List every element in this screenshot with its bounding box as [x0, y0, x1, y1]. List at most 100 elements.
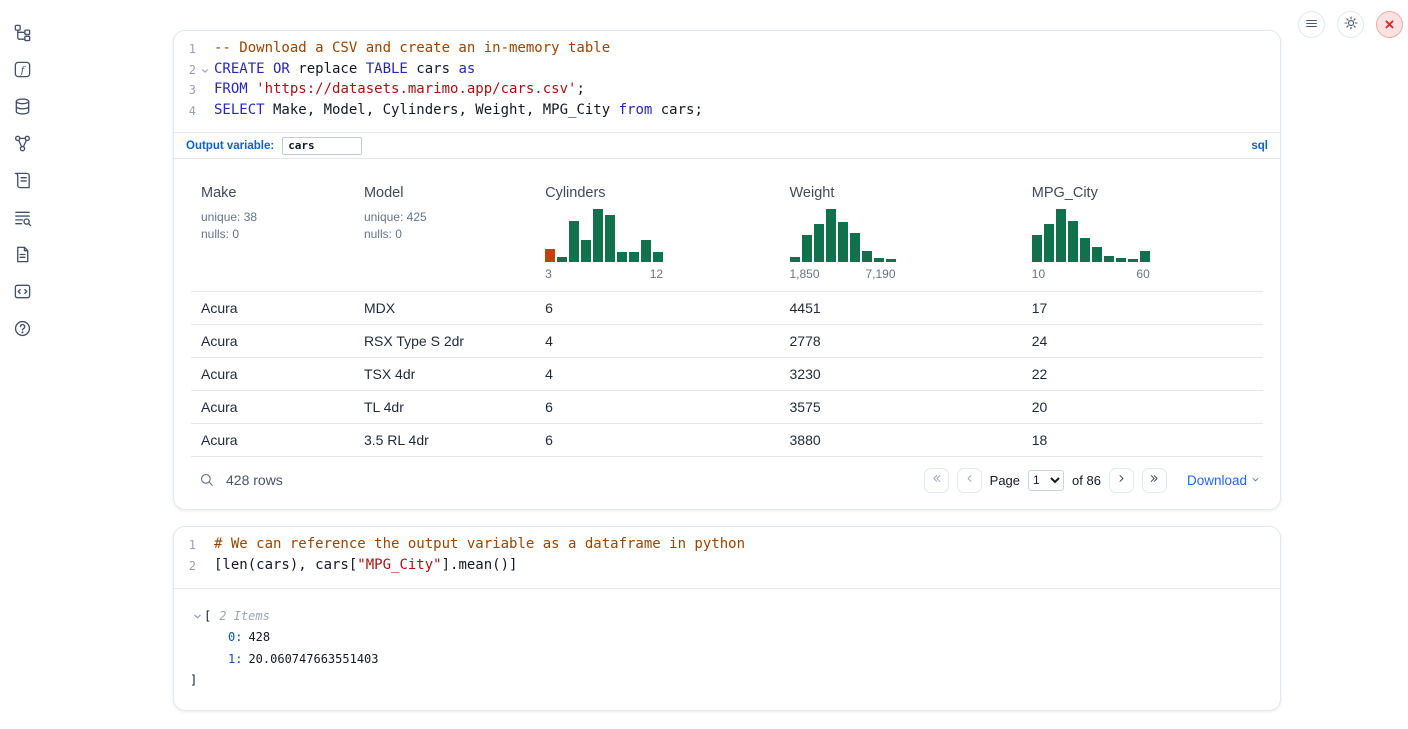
code-token: TABLE	[366, 61, 408, 77]
code-token: Make, Model, Cylinders, Weight, MPG_City	[265, 102, 619, 118]
tree-root-line: [ 2 Items	[190, 606, 1264, 628]
tree-entry: 1: 20.060747663551403	[190, 649, 1264, 671]
page-select[interactable]: 1	[1028, 470, 1064, 491]
table-row[interactable]: Acura MDX 6 4451 17	[191, 292, 1263, 325]
table-row[interactable]: Acura 3.5 RL 4dr 6 3880 18	[191, 424, 1263, 457]
column-name[interactable]: MPG_City	[1032, 185, 1263, 201]
sidebar-item-datasources[interactable]	[11, 95, 33, 117]
sidebar-item-scratchpad[interactable]	[11, 169, 33, 191]
table-row[interactable]: Acura TSX 4dr 4 3230 22	[191, 358, 1263, 391]
python-code-editor[interactable]: 1 # We can reference the output variable…	[174, 527, 1280, 587]
sidebar-item-outline[interactable]	[11, 206, 33, 228]
chevrons-left-icon	[930, 472, 943, 488]
chevron-left-icon	[963, 472, 976, 488]
code-token: "MPG_City"	[357, 557, 441, 573]
menu-button[interactable]	[1298, 11, 1325, 38]
tree-entry-value: 20.060747663551403	[248, 649, 378, 671]
document-icon	[13, 245, 32, 264]
code-line: 4 SELECT Make, Model, Cylinders, Weight,…	[174, 101, 1280, 122]
chevron-down-icon	[1250, 473, 1261, 488]
mpg-city-histogram[interactable]	[1032, 209, 1150, 262]
function-icon: f	[13, 60, 32, 79]
tree-close-line: ]	[190, 670, 1264, 692]
close-bracket: ]	[190, 670, 197, 692]
file-tree-icon	[13, 23, 32, 42]
first-page-button[interactable]	[924, 468, 949, 493]
output-variable-label: Output variable:	[186, 140, 274, 152]
sidebar-item-help[interactable]	[11, 317, 33, 339]
next-page-button[interactable]	[1109, 468, 1134, 493]
column-stat: unique: 38	[201, 209, 354, 226]
line-number: 4	[174, 101, 196, 122]
column-name[interactable]: Model	[364, 185, 535, 201]
notebook: 1 -- Download a CSV and create an in-mem…	[173, 30, 1281, 711]
language-badge: sql	[1251, 140, 1268, 152]
gear-icon	[1343, 15, 1359, 34]
weight-histogram[interactable]	[790, 209, 896, 262]
column-header-mpg-city: MPG_City 10 60	[1022, 185, 1263, 281]
code-line: 3 FROM 'https://datasets.marimo.app/cars…	[174, 80, 1280, 101]
search-icon[interactable]	[199, 472, 215, 488]
output-variable-bar: Output variable: sql	[174, 132, 1280, 159]
items-count-label: 2 Items	[219, 606, 270, 628]
column-name[interactable]: Make	[201, 185, 354, 201]
code-line: 1 -- Download a CSV and create an in-mem…	[174, 39, 1280, 60]
code-token: replace	[290, 61, 366, 77]
pagination: Page 1 of 86 Download	[924, 468, 1261, 493]
sidebar-item-documentation[interactable]	[11, 243, 33, 265]
output-variable-input[interactable]	[282, 137, 362, 155]
code-token: 'https://datasets.marimo.app/cars.csv'	[256, 81, 576, 97]
graph-icon	[13, 134, 32, 153]
cylinders-histogram[interactable]	[545, 209, 663, 262]
table-row[interactable]: Acura RSX Type S 2dr 4 2778 24	[191, 325, 1263, 358]
settings-button[interactable]	[1337, 11, 1364, 38]
chevron-right-icon	[1115, 472, 1128, 488]
column-stat: nulls: 0	[364, 226, 535, 243]
help-icon	[13, 319, 32, 338]
list-search-icon	[13, 208, 32, 227]
database-icon	[13, 97, 32, 116]
sidebar-item-dependency-graph[interactable]	[11, 132, 33, 154]
line-number: 1	[174, 535, 196, 556]
sidebar-item-file-explorer[interactable]	[11, 21, 33, 43]
table-row[interactable]: Acura TL 4dr 6 3575 20	[191, 391, 1263, 424]
download-button[interactable]: Download	[1187, 473, 1261, 488]
column-header-model: Model unique: 425 nulls: 0	[354, 185, 535, 281]
hamburger-icon	[1304, 16, 1319, 34]
collapse-chevron-icon[interactable]	[190, 612, 204, 621]
sql-cell: 1 -- Download a CSV and create an in-mem…	[173, 30, 1281, 510]
code-token: [len(cars), cars[	[214, 557, 357, 573]
column-stat: nulls: 0	[201, 226, 354, 243]
column-header-cylinders: Cylinders 3 12	[535, 185, 779, 281]
sidebar-item-variables[interactable]: f	[11, 58, 33, 80]
last-page-button[interactable]	[1142, 468, 1167, 493]
sql-code-editor[interactable]: 1 -- Download a CSV and create an in-mem…	[174, 31, 1280, 132]
column-stat: unique: 425	[364, 209, 535, 226]
python-output-tree: [ 2 Items 0: 428 1: 20.060747663551403 ]	[174, 588, 1280, 710]
line-number: 2	[174, 556, 196, 577]
previous-page-button[interactable]	[957, 468, 982, 493]
fold-chevron-icon[interactable]	[196, 60, 214, 75]
code-token: ].mean()]	[442, 557, 518, 573]
download-label: Download	[1187, 473, 1247, 488]
column-name[interactable]: Weight	[790, 185, 1022, 201]
table-output: Make unique: 38 nulls: 0 Model unique: 4…	[174, 159, 1280, 509]
window-controls: ×	[1298, 11, 1403, 38]
code-brackets-icon	[13, 282, 32, 301]
code-token: from	[619, 102, 653, 118]
code-token: # We can reference the output variable a…	[214, 536, 745, 552]
shutdown-button[interactable]: ×	[1376, 11, 1403, 38]
code-line: 2 CREATE OR replace TABLE cars as	[174, 60, 1280, 81]
tree-entry-value: 428	[248, 627, 270, 649]
row-count: 428 rows	[226, 472, 283, 488]
tree-entry-key: 1:	[228, 649, 242, 671]
line-number: 1	[174, 39, 196, 60]
sidebar-item-snippets[interactable]	[11, 280, 33, 302]
line-number: 2	[174, 60, 196, 81]
column-name[interactable]: Cylinders	[545, 185, 779, 201]
code-token: -- Download a CSV and create an in-memor…	[214, 40, 610, 56]
histogram-axis-labels: 1,850 7,190	[790, 267, 896, 281]
tree-entry-key: 0:	[228, 627, 242, 649]
code-token: as	[458, 61, 475, 77]
column-header-weight: Weight 1,850 7,190	[780, 185, 1022, 281]
